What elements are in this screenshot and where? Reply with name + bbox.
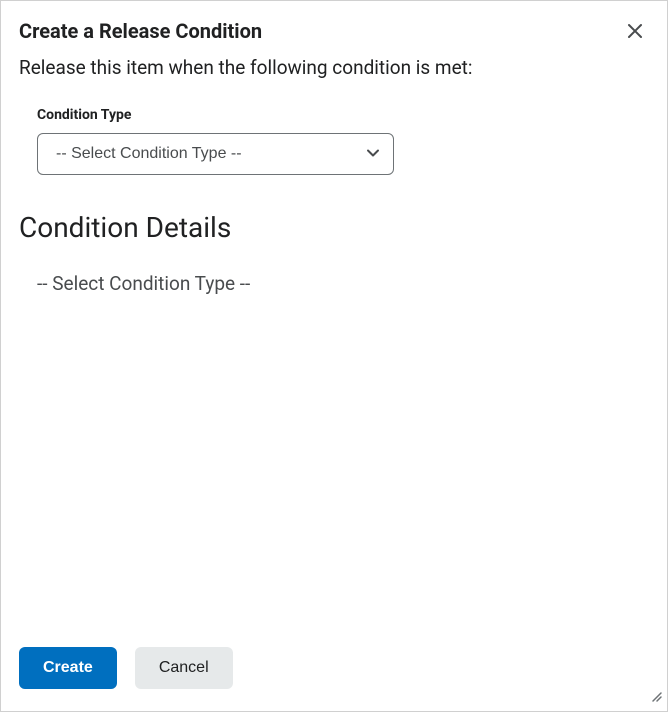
dialog-body: Release this item when the following con… [1, 56, 667, 629]
dialog-subtitle: Release this item when the following con… [19, 56, 649, 79]
condition-details-placeholder: -- Select Condition Type -- [37, 272, 649, 295]
resize-icon [647, 688, 663, 707]
condition-type-label: Condition Type [37, 107, 649, 123]
dialog-title: Create a Release Condition [19, 19, 262, 43]
close-icon [627, 23, 643, 42]
close-button[interactable] [623, 19, 647, 46]
create-button[interactable]: Create [19, 647, 117, 689]
condition-details-heading: Condition Details [19, 211, 649, 244]
cancel-button[interactable]: Cancel [135, 647, 233, 689]
release-condition-dialog: Create a Release Condition Release this … [0, 0, 668, 712]
condition-type-select[interactable]: -- Select Condition Type -- [37, 133, 394, 175]
resize-handle[interactable] [647, 687, 663, 707]
dialog-header: Create a Release Condition [1, 1, 667, 56]
condition-type-selected-value: -- Select Condition Type -- [56, 145, 242, 163]
condition-type-select-wrapper: -- Select Condition Type -- [37, 133, 394, 175]
condition-type-group: Condition Type -- Select Condition Type … [37, 107, 649, 175]
dialog-footer: Create Cancel [1, 629, 667, 711]
